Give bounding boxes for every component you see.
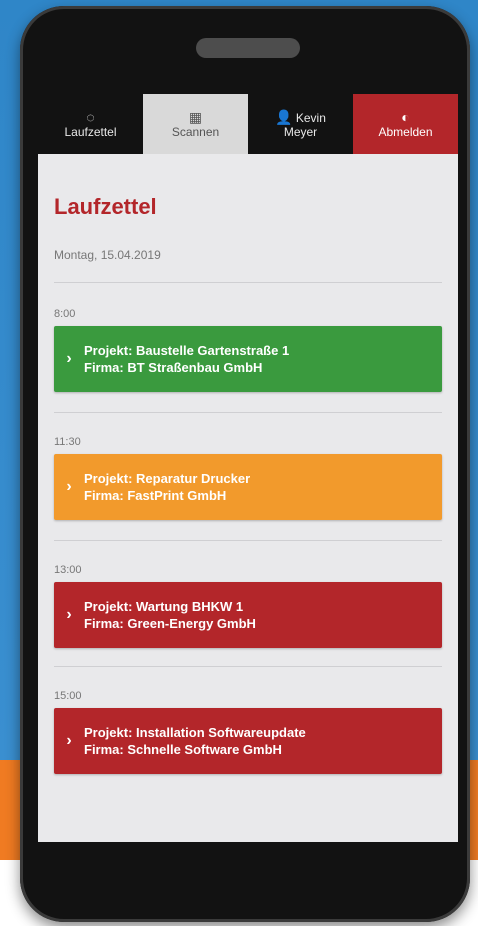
nav-abmelden-label: Abmelden [378,125,433,139]
user-icon: 👤 [275,109,293,125]
page-title: Laufzettel [54,194,157,219]
entry-company-3: Firma: Green-Energy GmbH [84,616,256,631]
entry-time-1: 8:00 [54,308,76,320]
phone-frame: ◌ Laufzettel ▦ Scannen 👤 Kevin Meyer ◐ A… [20,6,470,922]
chevron-right-icon: › [66,350,72,367]
divider [54,282,442,283]
entry-time-3: 13:00 [54,564,82,576]
entry-project-2: Projekt: Reparatur Drucker [84,471,251,486]
entry-card-1[interactable]: › Projekt: Baustelle Gartenstraße 1 Firm… [54,326,442,392]
phone-speaker [196,38,300,58]
nav-user-firstname: Kevin [295,111,326,125]
top-nav: ◌ Laufzettel ▦ Scannen 👤 Kevin Meyer ◐ A… [38,94,458,154]
entry-project-3: Projekt: Wartung BHKW 1 [84,599,244,614]
nav-laufzettel[interactable]: ◌ Laufzettel [38,94,143,154]
chevron-right-icon: › [66,478,72,495]
nav-abmelden[interactable]: ◐ Abmelden [353,94,458,154]
nav-laufzettel-label: Laufzettel [64,125,117,139]
entry-company-2: Firma: FastPrint GmbH [84,488,227,503]
entry-company-4: Firma: Schnelle Software GmbH [84,742,282,757]
entry-card-3[interactable]: › Projekt: Wartung BHKW 1 Firma: Green-E… [54,582,442,648]
compass-icon: ◌ [86,109,95,125]
divider [54,666,442,667]
nav-user-lastname: Meyer [283,125,318,139]
nav-scannen-label: Scannen [171,125,220,139]
entry-card-2[interactable]: › Projekt: Reparatur Drucker Firma: Fast… [54,454,442,520]
entry-time-4: 15:00 [54,690,82,702]
app-screen: Laufzettel Montag, 15.04.2019 8:00 › Pro… [38,154,458,842]
nav-user-label-line1: 👤 Kevin [275,109,326,125]
power-icon: ◐ [401,109,410,125]
divider [54,412,442,413]
entry-project-1: Projekt: Baustelle Gartenstraße 1 [84,343,290,358]
chevron-right-icon: › [66,732,72,749]
nav-scannen[interactable]: ▦ Scannen [143,94,248,154]
entry-time-2: 11:30 [54,436,81,448]
entry-company-1: Firma: BT Straßenbau GmbH [84,360,263,375]
chevron-right-icon: › [66,606,72,623]
divider [54,540,442,541]
page-date: Montag, 15.04.2019 [54,248,161,262]
qr-code-icon: ▦ [188,109,203,125]
entry-card-4[interactable]: › Projekt: Installation Softwareupdate F… [54,708,442,774]
nav-user[interactable]: 👤 Kevin Meyer [248,94,353,154]
entry-project-4: Projekt: Installation Softwareupdate [84,725,306,740]
